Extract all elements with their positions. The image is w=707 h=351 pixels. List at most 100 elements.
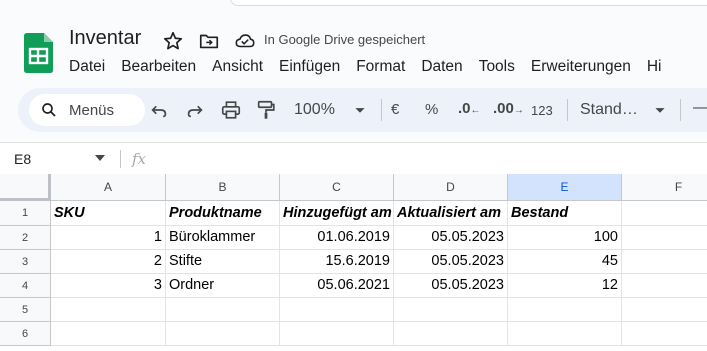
- column-header-a[interactable]: A: [51, 174, 166, 201]
- cell-d2[interactable]: 05.05.2023: [394, 226, 508, 250]
- menu-bar: Datei Bearbeiten Ansicht Einfügen Format Date…: [61, 57, 669, 77]
- number-format-button[interactable]: 123: [531, 103, 553, 118]
- menu-datei[interactable]: Datei: [61, 57, 113, 77]
- name-box-dropdown-icon[interactable]: [95, 155, 105, 161]
- formula-bar-divider: [120, 150, 121, 168]
- name-box[interactable]: E8: [14, 151, 31, 167]
- formula-input[interactable]: [165, 149, 695, 169]
- row-header-2[interactable]: 2: [0, 226, 51, 250]
- cell-c6[interactable]: [280, 322, 394, 346]
- cell-c5[interactable]: [280, 298, 394, 322]
- toolbar: Menüs 100% € % .0← .00→ 123 Stand…: [18, 88, 707, 132]
- zoom-select[interactable]: 100%: [294, 101, 335, 119]
- cell-a6[interactable]: [51, 322, 166, 346]
- column-header-b[interactable]: B: [166, 174, 280, 201]
- cell-b5[interactable]: [166, 298, 280, 322]
- column-header-e[interactable]: E: [508, 174, 622, 201]
- column-header-d[interactable]: D: [394, 174, 508, 201]
- save-status: In Google Drive gespeichert: [264, 32, 426, 47]
- cell-e6[interactable]: [508, 322, 622, 346]
- cell-f4[interactable]: [622, 274, 707, 298]
- cell-c3[interactable]: 15.6.2019: [280, 250, 394, 274]
- cell-b2[interactable]: Büroklammer: [166, 226, 280, 250]
- arrow-right-icon: →: [513, 105, 524, 116]
- menu-bearbeiten[interactable]: Bearbeiten: [113, 57, 204, 77]
- decrease-decimals-button[interactable]: .0←: [458, 100, 481, 117]
- row-header-6[interactable]: 6: [0, 322, 51, 346]
- menu-hilfe[interactable]: Hi: [639, 57, 670, 77]
- cell-f1[interactable]: [622, 201, 707, 226]
- menu-tools[interactable]: Tools: [471, 57, 523, 77]
- cell-e1[interactable]: Bestand: [508, 201, 622, 226]
- cell-d3[interactable]: 05.05.2023: [394, 250, 508, 274]
- sheet-grid[interactable]: A B C D E F 1 2 3 4 5 6 SKU Produktname …: [0, 174, 707, 351]
- cell-e5[interactable]: [508, 298, 622, 322]
- menu-daten[interactable]: Daten: [413, 57, 470, 77]
- menu-format[interactable]: Format: [348, 57, 413, 77]
- row-header-4[interactable]: 4: [0, 274, 51, 298]
- cell-a4[interactable]: 3: [51, 274, 166, 298]
- fx-icon: fx: [132, 150, 147, 168]
- cell-b4[interactable]: Ordner: [166, 274, 280, 298]
- menu-ansicht[interactable]: Ansicht: [204, 57, 271, 77]
- paint-format-icon[interactable]: [255, 99, 277, 121]
- select-all-corner[interactable]: [0, 174, 51, 201]
- row-header-5[interactable]: 5: [0, 298, 51, 322]
- cell-a2[interactable]: 1: [51, 226, 166, 250]
- font-size-decrease-button[interactable]: —: [693, 99, 707, 117]
- toolbar-divider: [567, 99, 568, 121]
- cell-f6[interactable]: [622, 322, 707, 346]
- cell-d5[interactable]: [394, 298, 508, 322]
- cell-e3[interactable]: 45: [508, 250, 622, 274]
- column-header-f[interactable]: F: [622, 174, 707, 201]
- menu-search-label: Menüs: [69, 102, 115, 119]
- currency-button[interactable]: €: [391, 101, 399, 118]
- font-dropdown-icon[interactable]: [649, 99, 671, 121]
- menu-erweiterungen[interactable]: Erweiterungen: [523, 57, 639, 77]
- redo-icon[interactable]: [184, 99, 206, 121]
- print-icon[interactable]: [220, 99, 242, 121]
- increase-decimals-button[interactable]: .00→: [493, 100, 524, 117]
- cell-a1[interactable]: SKU: [51, 201, 166, 226]
- toolbar-divider: [381, 99, 382, 121]
- cell-d1[interactable]: Aktualisiert am: [394, 201, 508, 226]
- cell-a3[interactable]: 2: [51, 250, 166, 274]
- browser-top-strip: [0, 0, 707, 14]
- cell-c4[interactable]: 05.06.2021: [280, 274, 394, 298]
- sheets-logo-icon[interactable]: [24, 33, 53, 73]
- decrease-decimals-label: .0: [458, 100, 471, 117]
- arrow-left-icon: ←: [470, 105, 481, 116]
- cell-a5[interactable]: [51, 298, 166, 322]
- star-icon[interactable]: [162, 30, 184, 52]
- row-header-1[interactable]: 1: [0, 201, 51, 226]
- column-header-c[interactable]: C: [280, 174, 394, 201]
- toolbar-divider: [680, 99, 681, 121]
- spreadsheet-window: Inventar In Google Drive gespeichert Dat…: [0, 0, 707, 351]
- cell-f2[interactable]: [622, 226, 707, 250]
- document-title[interactable]: Inventar: [69, 27, 141, 50]
- row-header-3[interactable]: 3: [0, 250, 51, 274]
- cell-e2[interactable]: 100: [508, 226, 622, 250]
- zoom-dropdown-icon[interactable]: [349, 99, 371, 121]
- undo-icon[interactable]: [148, 99, 170, 121]
- top-pill: [230, 0, 707, 6]
- cell-d4[interactable]: 05.05.2023: [394, 274, 508, 298]
- cell-d6[interactable]: [394, 322, 508, 346]
- percent-button[interactable]: %: [425, 101, 438, 118]
- cell-f3[interactable]: [622, 250, 707, 274]
- font-select[interactable]: Stand…: [580, 101, 638, 119]
- increase-decimals-label: .00: [493, 100, 514, 117]
- move-to-folder-icon[interactable]: [198, 30, 220, 52]
- cell-c2[interactable]: 01.06.2019: [280, 226, 394, 250]
- search-icon: [42, 103, 56, 117]
- cloud-saved-icon[interactable]: [234, 30, 256, 52]
- menu-einfuegen[interactable]: Einfügen: [271, 57, 348, 77]
- cell-f5[interactable]: [622, 298, 707, 322]
- menu-search-button[interactable]: Menüs: [29, 94, 145, 126]
- formula-bar: E8 fx: [0, 142, 707, 174]
- cell-c1[interactable]: Hinzugefügt am: [280, 201, 394, 226]
- cell-b6[interactable]: [166, 322, 280, 346]
- cell-e4[interactable]: 12: [508, 274, 622, 298]
- cell-b1[interactable]: Produktname: [166, 201, 280, 226]
- cell-b3[interactable]: Stifte: [166, 250, 280, 274]
